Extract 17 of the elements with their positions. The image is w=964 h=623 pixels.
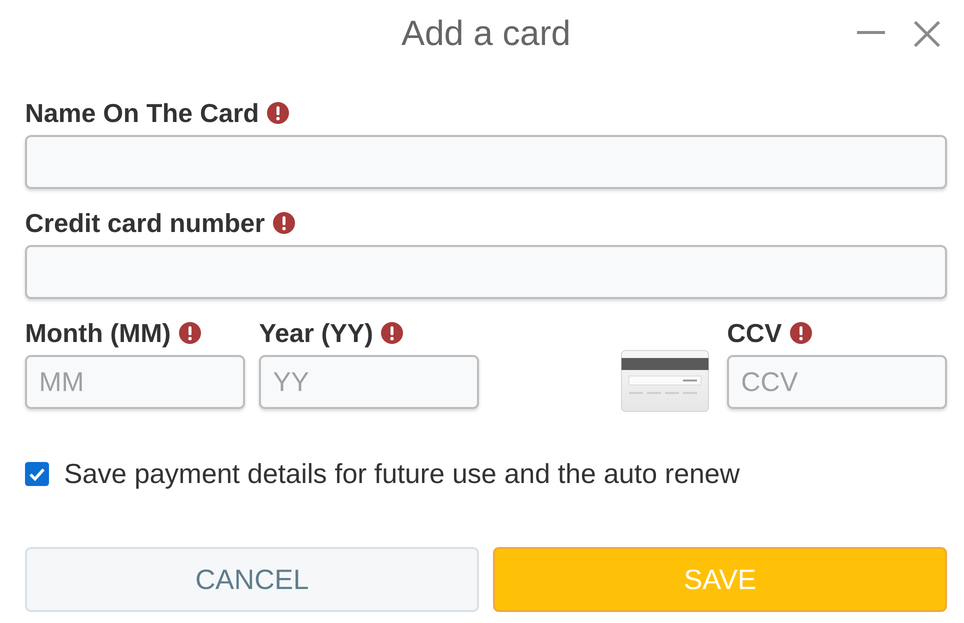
input-field[interactable]: MM [25, 355, 245, 409]
input-field[interactable] [25, 135, 947, 189]
input-field[interactable] [25, 245, 947, 299]
dialog-title: Add a card [401, 13, 571, 55]
field-label: Credit card number [25, 208, 265, 238]
close-icon[interactable] [913, 20, 941, 48]
checkbox[interactable] [25, 462, 49, 486]
input-field[interactable]: YY [259, 355, 479, 409]
field-label: Year (YY) [259, 318, 374, 348]
cancel-button[interactable]: CANCEL [25, 547, 479, 612]
checkbox-label[interactable]: Save payment details for future use and the auto renew [64, 458, 740, 490]
input-field[interactable]: CCV [727, 355, 947, 409]
credit-card-icon [621, 350, 709, 412]
field-label: CCV [727, 318, 782, 348]
minimize-icon[interactable] [857, 30, 885, 34]
field-label: Month (MM) [25, 318, 171, 348]
field-label: Name On The Card [25, 98, 260, 128]
